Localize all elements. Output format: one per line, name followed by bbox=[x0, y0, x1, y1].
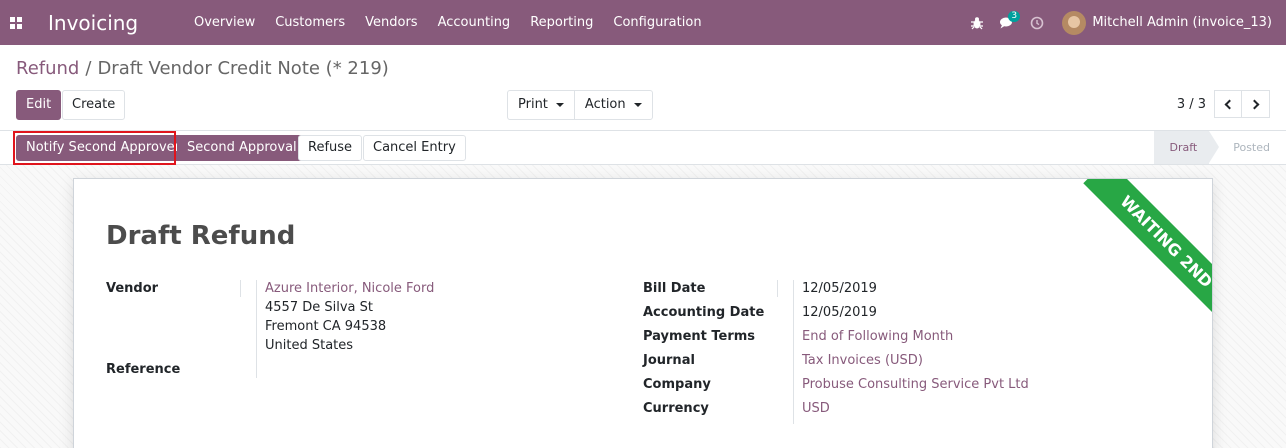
breadcrumb-current: Draft Vendor Credit Note (* 219) bbox=[97, 58, 389, 79]
messages-count-badge: 3 bbox=[1008, 11, 1021, 22]
form-statusbar: Notify Second Approver Second Approval R… bbox=[0, 131, 1286, 165]
bill-date-value: 12/05/2019 bbox=[802, 281, 877, 296]
vendor-label: Vendor bbox=[106, 281, 159, 296]
company-label: Company bbox=[643, 377, 711, 392]
create-button[interactable]: Create bbox=[62, 90, 126, 120]
breadcrumb-separator: / bbox=[85, 58, 92, 79]
main-menu: Overview Customers Vendors Accounting Re… bbox=[184, 0, 712, 45]
payment-terms-label: Payment Terms bbox=[643, 329, 756, 344]
refuse-button[interactable]: Refuse bbox=[298, 135, 363, 161]
user-name: Mitchell Admin (invoice_13) bbox=[1092, 15, 1272, 30]
vendor-address-line: Fremont CA 94538 bbox=[265, 319, 387, 334]
menu-item-overview[interactable]: Overview bbox=[184, 0, 265, 45]
vendor-address-line: 4557 De Silva St bbox=[265, 300, 373, 315]
journal-link[interactable]: Tax Invoices (USD) bbox=[802, 353, 923, 368]
ribbon-label: WAITING 2ND bbox=[1083, 179, 1212, 319]
pager-previous-button[interactable] bbox=[1214, 90, 1242, 118]
chevron-left-icon bbox=[1224, 99, 1235, 109]
bug-icon[interactable] bbox=[962, 0, 992, 45]
second-approval-button[interactable]: Second Approval bbox=[177, 135, 307, 161]
breadcrumb: Refund / Draft Vendor Credit Note (* 219… bbox=[16, 58, 389, 79]
status-stages: Draft Posted bbox=[1153, 131, 1286, 164]
caret-down-icon bbox=[555, 103, 564, 107]
edit-button[interactable]: Edit bbox=[16, 90, 62, 120]
company-link[interactable]: Probuse Consulting Service Pvt Ltd bbox=[802, 377, 1029, 392]
stage-draft: Draft bbox=[1153, 131, 1219, 164]
vendor-address-line: United States bbox=[265, 338, 354, 353]
user-menu[interactable]: Mitchell Admin (invoice_13) bbox=[1062, 10, 1272, 35]
pager-value[interactable]: 3 / 3 bbox=[1177, 97, 1206, 112]
chevron-right-icon bbox=[1249, 99, 1259, 109]
vendor-link[interactable]: Azure Interior, Nicole Ford bbox=[265, 281, 434, 296]
control-panel: Refund / Draft Vendor Credit Note (* 219… bbox=[0, 45, 1286, 131]
action-dropdown[interactable]: Action bbox=[573, 91, 652, 119]
print-action-group: Print Action bbox=[507, 90, 653, 120]
form-sheet: WAITING 2ND Draft Refund Vendor Azure In… bbox=[73, 178, 1213, 448]
currency-link[interactable]: USD bbox=[802, 401, 830, 416]
payment-terms-link[interactable]: End of Following Month bbox=[802, 329, 953, 344]
cancel-entry-button[interactable]: Cancel Entry bbox=[363, 135, 466, 161]
menu-item-reporting[interactable]: Reporting bbox=[520, 0, 603, 45]
journal-label: Journal bbox=[643, 353, 695, 368]
currency-label: Currency bbox=[643, 401, 709, 416]
stage-posted: Posted bbox=[1233, 141, 1270, 154]
clock-icon[interactable] bbox=[1022, 0, 1052, 45]
pager-next-button[interactable] bbox=[1242, 90, 1270, 118]
apps-grid-icon[interactable] bbox=[0, 0, 32, 45]
breadcrumb-parent-link[interactable]: Refund bbox=[16, 58, 79, 79]
reference-label: Reference bbox=[106, 362, 181, 377]
field-separator bbox=[240, 280, 241, 297]
menu-item-accounting[interactable]: Accounting bbox=[428, 0, 521, 45]
bill-date-label: Bill Date bbox=[643, 281, 706, 296]
field-separator bbox=[793, 280, 794, 424]
field-separator bbox=[256, 280, 257, 378]
action-label: Action bbox=[584, 97, 626, 112]
app-brand[interactable]: Invoicing bbox=[48, 11, 176, 35]
menu-item-vendors[interactable]: Vendors bbox=[355, 0, 427, 45]
field-separator bbox=[777, 280, 778, 297]
print-label: Print bbox=[518, 97, 548, 112]
chat-bubbles-icon[interactable]: 3 bbox=[992, 0, 1022, 45]
print-dropdown[interactable]: Print bbox=[508, 91, 574, 119]
accounting-date-value: 12/05/2019 bbox=[802, 305, 877, 320]
pager: 3 / 3 bbox=[1177, 90, 1270, 118]
systray: 3 Mitchell Admin (invoice_13) bbox=[962, 0, 1286, 45]
notify-second-approver-button[interactable]: Notify Second Approver bbox=[16, 135, 190, 161]
menu-item-customers[interactable]: Customers bbox=[265, 0, 355, 45]
status-ribbon: WAITING 2ND bbox=[1072, 179, 1212, 319]
menu-item-configuration[interactable]: Configuration bbox=[603, 0, 711, 45]
page-title: Draft Refund bbox=[106, 221, 296, 251]
accounting-date-label: Accounting Date bbox=[643, 305, 765, 320]
caret-down-icon bbox=[633, 103, 642, 107]
avatar bbox=[1062, 10, 1087, 35]
top-navbar: Invoicing Overview Customers Vendors Acc… bbox=[0, 0, 1286, 45]
